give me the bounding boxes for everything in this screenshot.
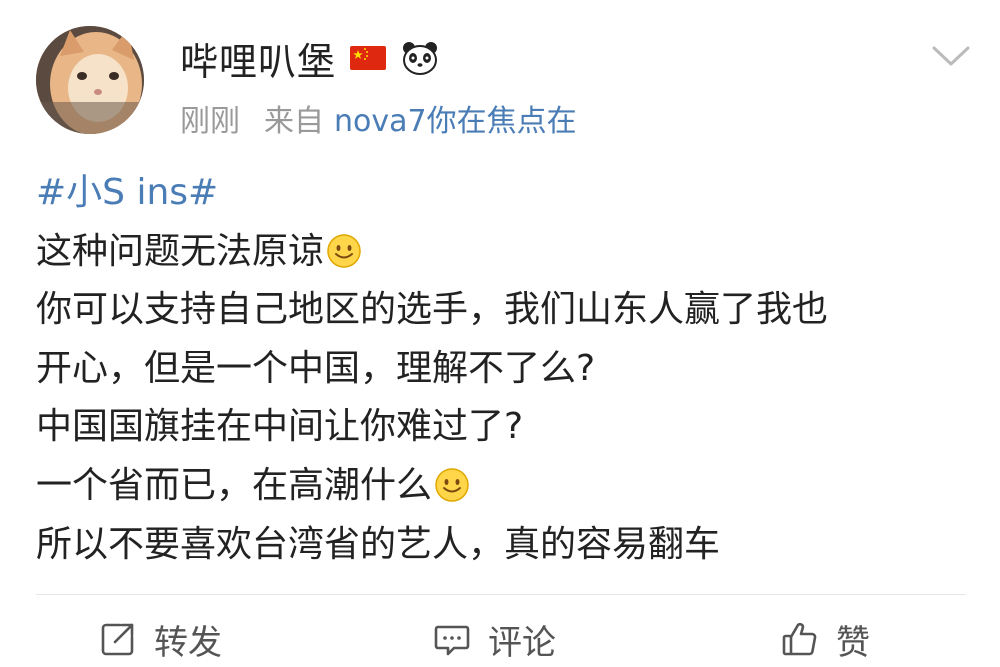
content-text: 这种问题无法原谅 <box>36 230 325 272</box>
content-line: 所以不要喜欢台湾省的艺人，真的容易翻车 <box>36 523 721 565</box>
content-line: 中国国旗挂在中间让你难过了? <box>36 406 524 448</box>
source-link[interactable]: nova7你在焦点在 <box>334 96 577 140</box>
username-row: 哔哩叭堡 <box>180 30 440 86</box>
repost-label: 转发 <box>154 622 222 663</box>
content-text: 一个省而已，在高潮什么 <box>36 464 433 506</box>
repost-button[interactable]: 转发 <box>98 616 222 663</box>
comment-icon <box>432 619 472 659</box>
username[interactable]: 哔哩叭堡 <box>180 31 336 86</box>
divider <box>36 594 966 595</box>
weibo-post: 哔哩叭堡 刚刚 来自 nova7你在焦点在 #小S ins# 这种问题无法原谅 … <box>0 0 1000 667</box>
chevron-down-icon[interactable] <box>930 42 972 72</box>
content-line: 一个省而已，在高潮什么 <box>36 457 966 516</box>
smile-emoji-icon <box>326 233 362 269</box>
smile-emoji-icon <box>434 467 470 503</box>
post-meta: 刚刚 来自 nova7你在焦点在 <box>180 96 577 140</box>
cat-avatar-image <box>36 26 144 134</box>
comment-button[interactable]: 评论 <box>432 616 556 663</box>
china-flag-icon <box>348 38 388 78</box>
content-line: 你可以支持自己地区的选手，我们山东人赢了我也 <box>36 289 829 331</box>
like-button[interactable]: 赞 <box>780 616 870 663</box>
action-bar: 转发 评论 赞 <box>0 610 1000 667</box>
panda-icon <box>400 38 440 78</box>
comment-label: 评论 <box>488 622 556 663</box>
content-line: 开心，但是一个中国，理解不了么? <box>36 347 596 389</box>
thumbs-up-icon <box>780 619 820 659</box>
source-prefix: 来自 <box>264 104 324 139</box>
repost-icon <box>98 619 138 659</box>
post-content: #小S ins# 这种问题无法原谅 你可以支持自己地区的选手，我们山东人赢了我也… <box>36 164 966 574</box>
avatar[interactable] <box>36 26 144 134</box>
content-line: 这种问题无法原谅 <box>36 223 966 282</box>
hashtag-link[interactable]: #小S ins# <box>36 164 966 223</box>
like-label: 赞 <box>836 622 870 663</box>
post-time: 刚刚 <box>180 104 240 139</box>
